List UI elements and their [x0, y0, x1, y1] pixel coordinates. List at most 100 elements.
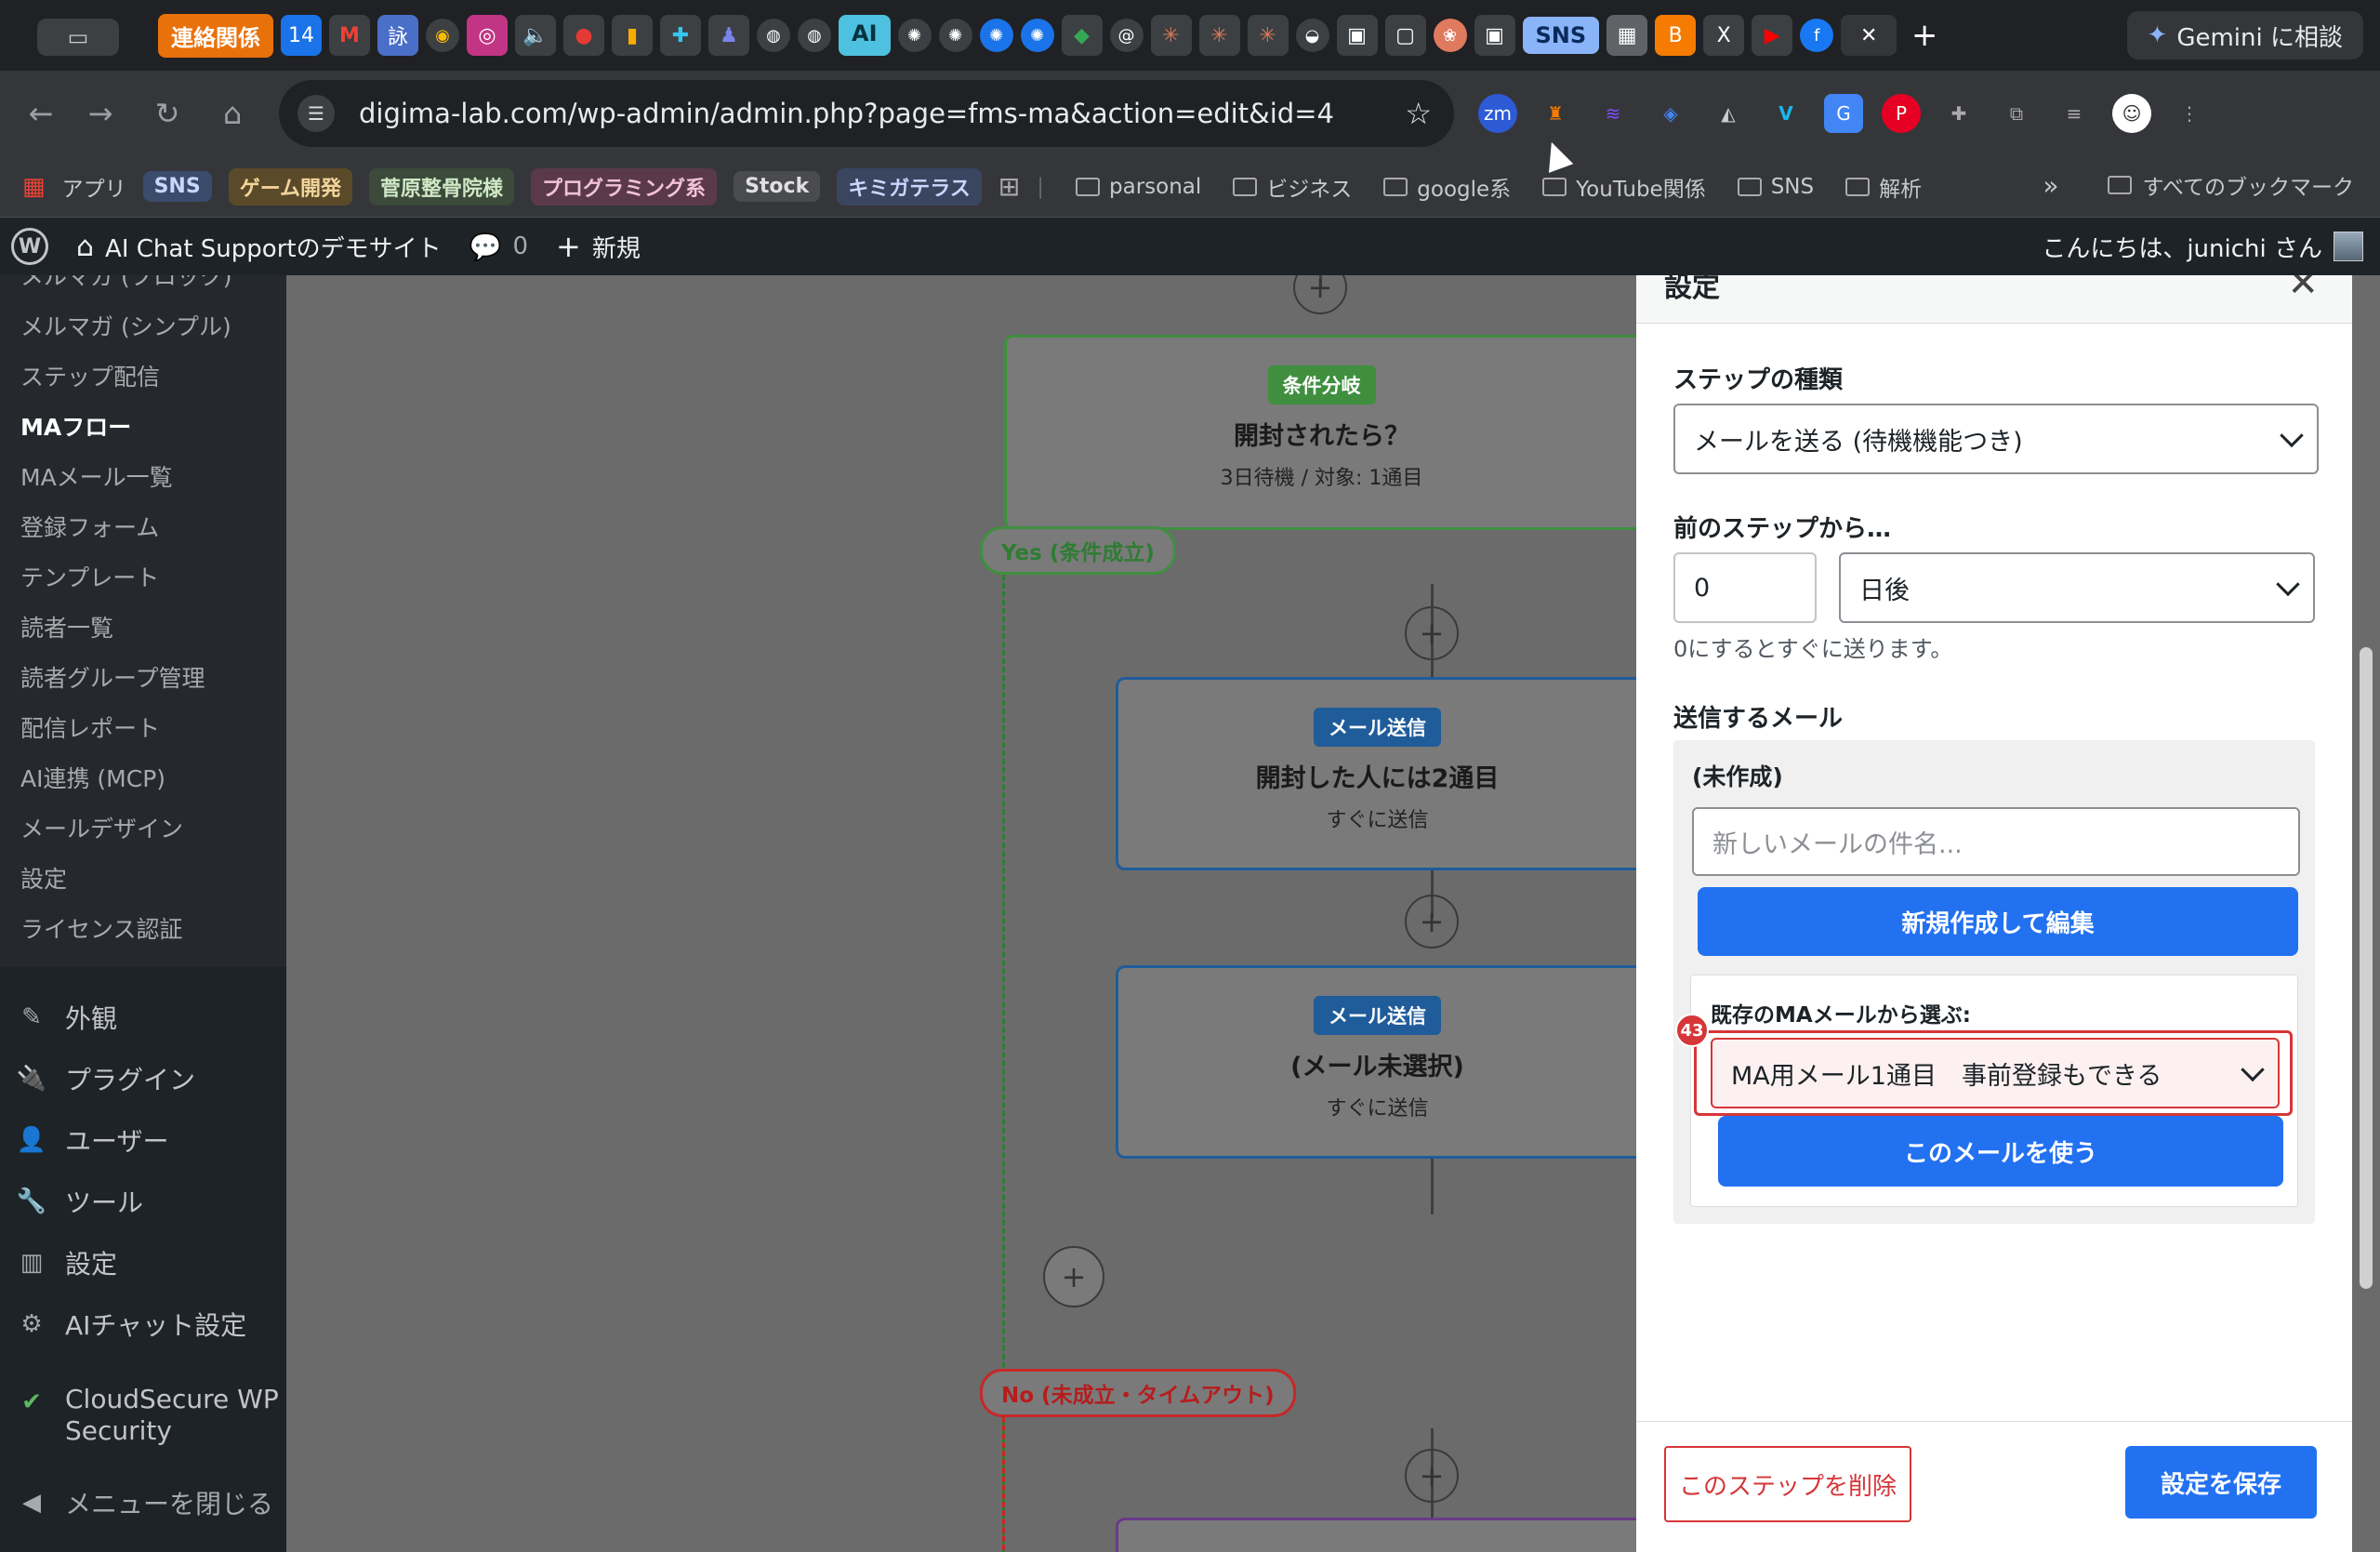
sidebar-menu-settings[interactable]: ▥ 設定: [17, 1244, 117, 1281]
new-content-link[interactable]: + 新規: [556, 229, 641, 264]
bookmark-folder-youtube[interactable]: YouTube関係: [1542, 171, 1706, 203]
notion-icon[interactable]: ◒: [1295, 19, 1329, 52]
condition-node[interactable]: 条件分岐 開封されたら？ 3日待機 / 対象: 1通目: [1004, 335, 1636, 530]
back-icon[interactable]: ←: [20, 93, 61, 134]
bookmark-folder-parsonal[interactable]: parsonal: [1076, 175, 1201, 199]
photo-icon[interactable]: ▦: [1606, 15, 1648, 56]
profile-avatar[interactable]: ☺: [2112, 94, 2151, 133]
pinterest-extension-icon[interactable]: P: [1882, 94, 1921, 133]
scrollbar-thumb[interactable]: [2360, 647, 2373, 1289]
globe-icon[interactable]: ◍: [757, 19, 790, 52]
apps-grid-icon[interactable]: ▦: [22, 173, 46, 201]
add-branch-step-button[interactable]: +: [1043, 1246, 1104, 1307]
puzzle-extensions-icon[interactable]: ✚: [1939, 94, 1978, 133]
person-extension-icon[interactable]: ♜: [1536, 94, 1575, 133]
create-and-edit-button[interactable]: 新規作成して編集: [1698, 887, 2298, 956]
kanji-icon[interactable]: 詠: [377, 15, 418, 56]
sidebar-collapse-menu[interactable]: ◀ メニューを閉じる: [17, 1484, 273, 1521]
chart-icon[interactable]: ▮: [612, 15, 653, 56]
bookmark-chip-stock[interactable]: Stock: [734, 171, 821, 202]
sidebar-item-settings[interactable]: 設定: [20, 861, 67, 895]
close-icon[interactable]: ✕: [2287, 275, 2319, 305]
close-tab-icon[interactable]: ✕: [1841, 15, 1897, 56]
openai-icon-3[interactable]: ✺: [979, 19, 1013, 52]
sidebar-item-newsletter-block[interactable]: メルマガ (ブロック): [20, 275, 231, 292]
drive-icon[interactable]: ◆: [1061, 15, 1103, 56]
bookmark-apps[interactable]: アプリ: [62, 171, 126, 203]
add-step-button[interactable]: +: [1405, 606, 1459, 660]
bookmark-chip-game[interactable]: ゲーム開発: [228, 167, 353, 206]
address-bar[interactable]: ☰ digima-lab.com/wp-admin/admin.php?page…: [279, 80, 1454, 147]
bookmark-chip-programming[interactable]: プログラミング系: [531, 167, 718, 206]
reading-list-icon[interactable]: ≡: [2055, 94, 2094, 133]
reload-icon[interactable]: ↻: [147, 93, 188, 134]
bookmark-chip-clinic[interactable]: 菅原整骨院様: [369, 167, 515, 206]
use-this-mail-button[interactable]: このメールを使う: [1718, 1116, 2283, 1187]
sidebar-menu-ai-chat[interactable]: ⚙ AIチャット設定: [17, 1306, 246, 1343]
site-name-link[interactable]: ⌂ AI Chat Supportのデモサイト: [76, 230, 442, 264]
chrome-icon[interactable]: ◉: [426, 19, 459, 52]
note-icon[interactable]: ▣: [1336, 15, 1378, 56]
url-text[interactable]: digima-lab.com/wp-admin/admin.php?page=f…: [359, 98, 1334, 129]
threads-icon[interactable]: @: [1109, 19, 1144, 52]
delay-unit-select[interactable]: 日後: [1839, 552, 2315, 623]
facebook-icon[interactable]: f: [1800, 19, 1834, 52]
tab-group-sns[interactable]: SNS: [1522, 17, 1600, 54]
subject-input[interactable]: 新しいメールの件名...: [1692, 807, 2300, 876]
openai-icon-4[interactable]: ✺: [1020, 19, 1054, 52]
openai-icon[interactable]: ✺: [897, 19, 932, 52]
sidebar-item-license[interactable]: ライセンス認証: [20, 911, 183, 945]
mail-node-1[interactable]: メール送信 開封した人には2通目 すぐに送信: [1116, 677, 1636, 870]
sidebar-menu-plugins[interactable]: 🔌 プラグイン: [17, 1060, 195, 1097]
gemini-button[interactable]: ✦ Gemini に相談: [2126, 11, 2363, 60]
sidebar-item-ma-mail-list[interactable]: MAメール一覧: [20, 459, 173, 493]
add-step-button[interactable]: +: [1405, 1449, 1459, 1503]
translate-extension-icon[interactable]: G: [1824, 94, 1863, 133]
slack-icon[interactable]: ✚: [660, 15, 701, 56]
comments-link[interactable]: 💬 0: [469, 232, 528, 262]
eraser-extension-icon[interactable]: ◭: [1709, 94, 1748, 133]
sidebar-menu-users[interactable]: 👤 ユーザー: [17, 1121, 169, 1159]
vimeo-extension-icon[interactable]: V: [1766, 94, 1805, 133]
sidebar-item-mail-design[interactable]: メールデザイン: [20, 811, 183, 844]
existing-mail-select[interactable]: MA用メール1通目 事前登録もできる: [1711, 1038, 2280, 1108]
wordpress-logo-icon[interactable]: W: [11, 228, 48, 265]
all-bookmarks[interactable]: » すべてのブックマーク: [2043, 169, 2354, 201]
bookmark-folder-analytics[interactable]: 解析: [1845, 171, 1922, 203]
doc-icon[interactable]: ▢: [1384, 15, 1426, 56]
audio-icon[interactable]: 🔈: [515, 15, 556, 56]
zm-extension-icon[interactable]: zm: [1478, 94, 1517, 133]
more-bookmarks-icon[interactable]: »: [2043, 170, 2058, 201]
note-icon-2[interactable]: ▣: [1474, 15, 1515, 56]
forward-icon[interactable]: →: [80, 93, 121, 134]
new-tab-icon[interactable]: +: [1904, 15, 1945, 56]
sidebar-item-step-delivery[interactable]: ステップ配信: [20, 359, 160, 392]
bookmark-star-icon[interactable]: ☆: [1405, 96, 1432, 131]
sidebar-menu-cloudsecure[interactable]: ✔ CloudSecure WP Security: [17, 1384, 279, 1447]
youtube-icon[interactable]: ▶: [1752, 15, 1793, 56]
delete-step-button[interactable]: このステップを削除: [1664, 1446, 1911, 1522]
color-icon[interactable]: ❀: [1433, 19, 1467, 52]
claude-icon-3[interactable]: ✳: [1247, 15, 1289, 56]
tab-groups-icon[interactable]: ⊞: [998, 171, 1020, 202]
add-step-button[interactable]: +: [1405, 895, 1459, 948]
add-step-button[interactable]: +: [1293, 275, 1347, 314]
sidebar-item-newsletter-simple[interactable]: メルマガ (シンプル): [20, 309, 231, 342]
sidebar-item-forms[interactable]: 登録フォーム: [20, 510, 159, 543]
user-greeting[interactable]: こんにちは、junichi さん: [2042, 230, 2363, 264]
globe-icon-2[interactable]: ◍: [798, 19, 831, 52]
openai-icon-2[interactable]: ✺: [938, 19, 972, 52]
tab-group-contact[interactable]: 連絡関係: [158, 13, 273, 58]
panel-scrollbar[interactable]: [2352, 275, 2380, 1552]
sidebar-item-ma-flow[interactable]: MAフロー: [20, 409, 131, 443]
tab-search-icon[interactable]: ▭: [37, 19, 119, 56]
save-settings-button[interactable]: 設定を保存: [2125, 1446, 2317, 1519]
home-icon[interactable]: ⌂: [212, 93, 253, 134]
bookmark-chip-kimigaterasu[interactable]: キミガテラス: [837, 167, 982, 206]
screen-search-icon[interactable]: ⧉: [1997, 94, 2036, 133]
wave-extension-icon[interactable]: ≋: [1593, 94, 1633, 133]
delay-days-input[interactable]: 0: [1673, 552, 1817, 623]
sidebar-item-templates[interactable]: テンプレート: [20, 560, 159, 593]
sidebar-item-readers[interactable]: 読者一覧: [20, 610, 113, 643]
bookmark-folder-sns[interactable]: SNS: [1737, 175, 1814, 199]
